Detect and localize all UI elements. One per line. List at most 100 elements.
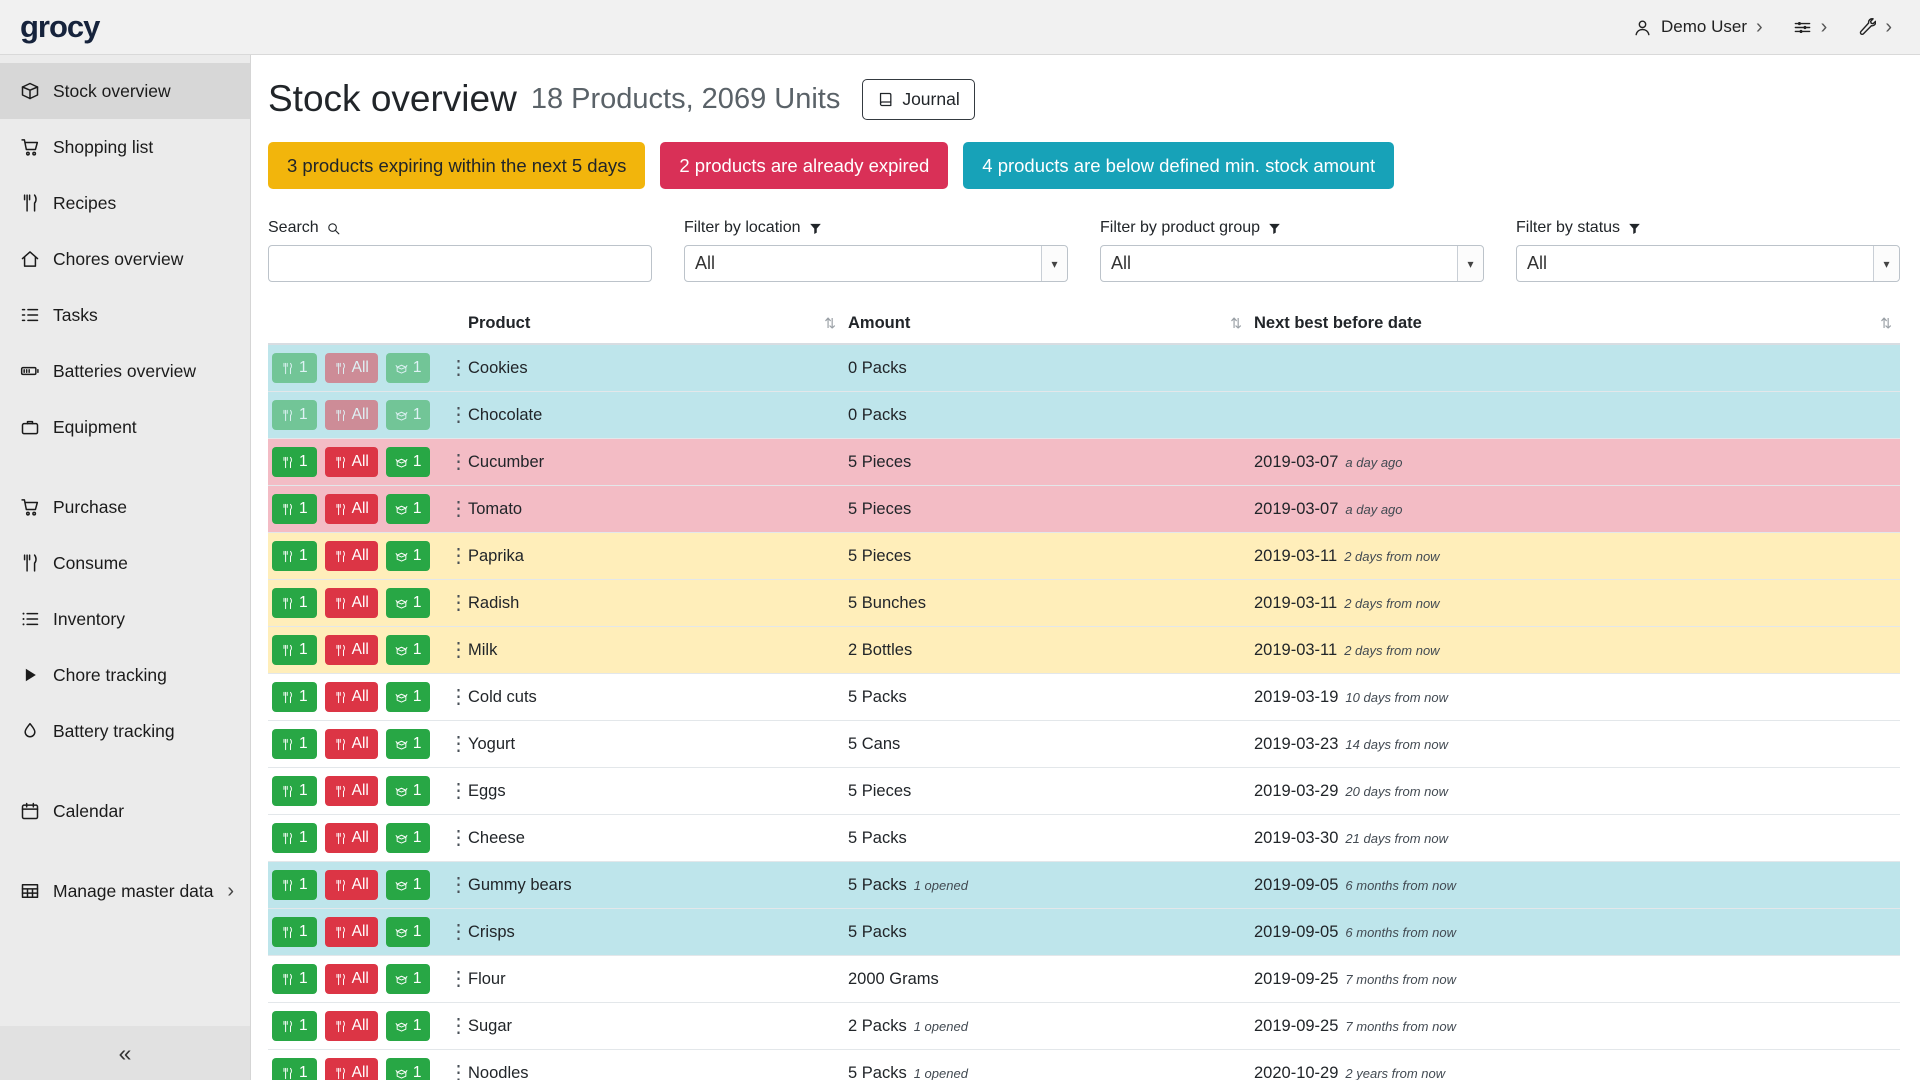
filter-by-status-select[interactable]: All▾ bbox=[1516, 245, 1900, 282]
search-label: Search bbox=[268, 219, 652, 237]
admin-menu[interactable]: › bbox=[1857, 17, 1892, 37]
open-one-button[interactable]: 1 bbox=[386, 964, 431, 994]
utensils-icon bbox=[334, 597, 347, 610]
sidebar-item-inventory[interactable]: Inventory bbox=[0, 591, 250, 647]
consume-one-button[interactable]: 1 bbox=[272, 588, 317, 618]
consume-all-button[interactable]: All bbox=[325, 1011, 378, 1041]
consume-all-button[interactable]: All bbox=[325, 494, 378, 524]
collapse-icon: « bbox=[119, 1040, 132, 1067]
consume-all-button[interactable]: All bbox=[325, 447, 378, 477]
alert-pill-below-min-stock[interactable]: 4 products are below defined min. stock … bbox=[963, 142, 1394, 189]
amount-value: 5 Packs bbox=[848, 688, 907, 706]
sidebar-item-label: Shopping list bbox=[53, 137, 153, 158]
amount-cell: 5 Packs1 opened bbox=[844, 862, 1250, 909]
open-one-button[interactable]: 1 bbox=[386, 682, 431, 712]
column-header-product[interactable]: Product⇅ bbox=[464, 308, 844, 344]
utensils-icon bbox=[334, 973, 347, 986]
consume-one-button[interactable]: 1 bbox=[272, 870, 317, 900]
sort-icon[interactable]: ⇅ bbox=[1230, 315, 1242, 332]
sidebar-item-calendar[interactable]: Calendar bbox=[0, 783, 250, 839]
consume-one-button[interactable]: 1 bbox=[272, 541, 317, 571]
open-one-button[interactable]: 1 bbox=[386, 776, 431, 806]
open-one-button[interactable]: 1 bbox=[386, 447, 431, 477]
date-note: 7 months from now bbox=[1345, 1019, 1456, 1034]
utensils-icon bbox=[281, 597, 294, 610]
open-one-button[interactable]: 1 bbox=[386, 1011, 431, 1041]
sidebar-item-stock-overview[interactable]: Stock overview bbox=[0, 63, 250, 119]
search-input[interactable] bbox=[268, 245, 652, 282]
consume-one-button[interactable]: 1 bbox=[272, 494, 317, 524]
openbox-icon bbox=[395, 362, 408, 375]
open-one-button[interactable]: 1 bbox=[386, 588, 431, 618]
calendar-icon bbox=[20, 801, 40, 821]
consume-one-button[interactable]: 1 bbox=[272, 729, 317, 759]
consume-all-button[interactable]: All bbox=[325, 1058, 378, 1080]
journal-button[interactable]: Journal bbox=[862, 79, 974, 120]
utensils-icon bbox=[281, 832, 294, 845]
date-note: 2 days from now bbox=[1344, 596, 1439, 611]
settings-menu[interactable]: › bbox=[1793, 17, 1828, 37]
consume-one-button[interactable]: 1 bbox=[272, 1058, 317, 1080]
amount-cell: 2 Bottles bbox=[844, 627, 1250, 674]
open-one-button[interactable]: 1 bbox=[386, 917, 431, 947]
consume-all-button[interactable]: All bbox=[325, 870, 378, 900]
sidebar-item-batteries-overview[interactable]: Batteries overview bbox=[0, 343, 250, 399]
sidebar-collapse-button[interactable]: « bbox=[0, 1026, 250, 1080]
consume-all-button[interactable]: All bbox=[325, 682, 378, 712]
consume-all-button[interactable]: All bbox=[325, 541, 378, 571]
alert-pill-expired[interactable]: 2 products are already expired bbox=[660, 142, 948, 189]
open-one-button[interactable]: 1 bbox=[386, 729, 431, 759]
open-one-button[interactable]: 1 bbox=[386, 1058, 431, 1080]
openbox-icon bbox=[395, 785, 408, 798]
sort-icon[interactable]: ⇅ bbox=[1880, 315, 1892, 332]
best-before-cell: 2019-03-2314 days from now bbox=[1250, 721, 1900, 768]
open-one-button[interactable]: 1 bbox=[386, 494, 431, 524]
sidebar-item-chore-tracking[interactable]: Chore tracking bbox=[0, 647, 250, 703]
consume-one-button[interactable]: 1 bbox=[272, 964, 317, 994]
best-before-cell: 2019-09-257 months from now bbox=[1250, 956, 1900, 1003]
consume-one-button[interactable]: 1 bbox=[272, 1011, 317, 1041]
sidebar-item-shopping-list[interactable]: Shopping list bbox=[0, 119, 250, 175]
consume-all-button[interactable]: All bbox=[325, 823, 378, 853]
consume-all-button[interactable]: All bbox=[325, 776, 378, 806]
consume-all-button[interactable]: All bbox=[325, 917, 378, 947]
consume-one-button[interactable]: 1 bbox=[272, 447, 317, 477]
open-one-button[interactable]: 1 bbox=[386, 635, 431, 665]
consume-all-button[interactable]: All bbox=[325, 964, 378, 994]
consume-one-button[interactable]: 1 bbox=[272, 776, 317, 806]
consume-one-button[interactable]: 1 bbox=[272, 823, 317, 853]
sidebar-item-recipes[interactable]: Recipes bbox=[0, 175, 250, 231]
consume-one-button[interactable]: 1 bbox=[272, 635, 317, 665]
sidebar-item-manage-master-data[interactable]: Manage master data› bbox=[0, 863, 250, 919]
alert-pill-expiring[interactable]: 3 products expiring within the next 5 da… bbox=[268, 142, 645, 189]
utensils-icon bbox=[334, 550, 347, 563]
consume-all-button[interactable]: All bbox=[325, 588, 378, 618]
open-one-button[interactable]: 1 bbox=[386, 823, 431, 853]
utensils-icon bbox=[334, 362, 347, 375]
sidebar-item-consume[interactable]: Consume bbox=[0, 535, 250, 591]
sidebar-item-equipment[interactable]: Equipment bbox=[0, 399, 250, 455]
open-one-button[interactable]: 1 bbox=[386, 541, 431, 571]
best-before-cell bbox=[1250, 344, 1900, 392]
consume-all-button[interactable]: All bbox=[325, 729, 378, 759]
amount-value: 5 Pieces bbox=[848, 500, 911, 518]
column-header-amount[interactable]: Amount⇅ bbox=[844, 308, 1250, 344]
user-menu[interactable]: Demo User › bbox=[1633, 17, 1763, 37]
filter-by-product-group-select[interactable]: All▾ bbox=[1100, 245, 1484, 282]
amount-cell: 0 Packs bbox=[844, 344, 1250, 392]
sidebar-item-label: Tasks bbox=[53, 305, 98, 326]
consume-one-button[interactable]: 1 bbox=[272, 682, 317, 712]
sidebar-item-purchase[interactable]: Purchase bbox=[0, 479, 250, 535]
sidebar-item-chores-overview[interactable]: Chores overview bbox=[0, 231, 250, 287]
sidebar-item-battery-tracking[interactable]: Battery tracking bbox=[0, 703, 250, 759]
column-header-next-best-before-date[interactable]: Next best before date⇅ bbox=[1250, 308, 1900, 344]
consume-one-button[interactable]: 1 bbox=[272, 917, 317, 947]
product-cell: Milk bbox=[464, 627, 844, 674]
consume-all-button[interactable]: All bbox=[325, 635, 378, 665]
app-logo[interactable]: grocy bbox=[20, 9, 99, 45]
filter-by-location-select[interactable]: All▾ bbox=[684, 245, 1068, 282]
open-one-button[interactable]: 1 bbox=[386, 870, 431, 900]
utensils-icon bbox=[281, 456, 294, 469]
sort-icon[interactable]: ⇅ bbox=[824, 315, 836, 332]
sidebar-item-tasks[interactable]: Tasks bbox=[0, 287, 250, 343]
